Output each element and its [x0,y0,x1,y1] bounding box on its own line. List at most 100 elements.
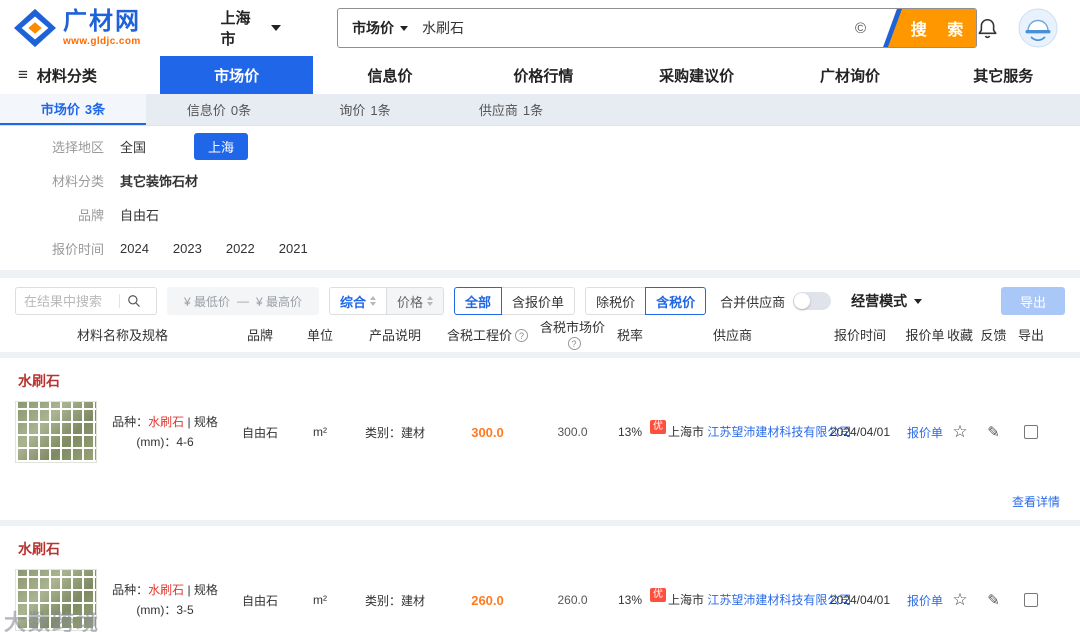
year-option-2023[interactable]: 2023 [173,241,202,256]
quote-link[interactable]: 报价单 [905,424,945,441]
scope-all-button[interactable]: 全部 [454,287,503,315]
spec-text: 品种：水刷石 | 规格(mm)：4-6 [105,412,225,453]
select-checkbox[interactable] [1024,425,1038,440]
user-avatar[interactable] [1018,8,1058,48]
select-checkbox[interactable] [1024,593,1038,608]
quote-date-cell: 2024/04/01 [829,593,891,607]
material-title[interactable]: 水刷石 [0,358,1080,393]
export-button[interactable]: 导出 [1001,287,1065,315]
help-icon[interactable]: ? [567,337,581,350]
subtab-count: 3条 [84,102,106,117]
notification-bell-icon[interactable] [977,17,998,40]
tax-excluded-button[interactable]: 除税价 [585,287,647,315]
card-footer: 查看详情 [0,475,1080,520]
subtab-count: 1条 [522,103,544,118]
description-cell: 类别：建材 [364,593,425,608]
search-icon[interactable] [127,294,141,308]
business-mode-dropdown[interactable]: 经营模式 [851,291,923,311]
premium-badge: 优 [650,420,666,434]
column-header-unit: 单位 [306,327,333,343]
result-card: 水刷石 品种：水刷石 | 规格(mm)：4-6 自由石 m² 类别：建材 300… [0,358,1080,520]
price-range-filter[interactable]: ¥ 最低价 — ¥ 最高价 [167,287,319,315]
filter-category-label: 材料分类 [51,173,104,189]
search-bar: 市场价 © 搜 索 [337,8,977,48]
region-option-shanghai[interactable]: 上海 [194,132,249,160]
view-detail-link[interactable]: 查看详情 [1012,495,1060,509]
favorite-star-icon[interactable]: ☆ [945,422,975,442]
subtab-label: 供应商 [478,103,518,118]
scope-with-quote-button[interactable]: 含报价单 [501,287,576,315]
nav-tab-price-trend[interactable]: 价格行情 [467,56,620,94]
nav-tab-info-price[interactable]: 信息价 [313,56,466,94]
range-dash: — [237,294,249,308]
spec-keyword: 水刷石 [148,414,185,429]
merge-supplier-control: 合并供应商 [720,292,832,311]
search-category-dropdown[interactable]: 市场价 [338,18,422,38]
region-option-all[interactable]: 全国 [120,137,146,156]
merge-supplier-toggle[interactable] [793,292,832,310]
favorite-star-icon[interactable]: ☆ [945,590,975,610]
sort-arrows-icon [427,296,434,306]
nav-tab-other-services[interactable]: 其它服务 [927,56,1080,94]
material-catalog-menu[interactable]: ≡ 材料分类 [0,56,160,94]
result-search-box [15,287,157,315]
sort-arrows-icon [370,296,377,306]
supplier-region: 上海市 [668,593,705,607]
sort-price-button[interactable]: 价格 [386,288,444,314]
result-search-input[interactable] [24,293,112,309]
column-header-favorite: 收藏 [946,327,973,343]
spec-prefix: 品种： [112,582,149,597]
help-icon[interactable]: ? [515,328,528,342]
top-bar: 广材网 www.gldjc.com 上海市 市场价 © 搜 索 [0,0,1080,56]
subtab-inquiry[interactable]: 询价 1条 [292,94,438,125]
column-header-quote: 报价单 [905,327,945,343]
column-header-supplier: 供应商 [712,327,752,343]
nav-tab-gc-inquiry[interactable]: 广材询价 [773,56,926,94]
filter-region-row: 选择地区 全国 上海 [0,129,1080,163]
search-input[interactable] [422,20,843,36]
nav-tab-procurement-advice[interactable]: 采购建议价 [620,56,773,94]
min-price-field[interactable]: ¥ 最低价 [184,293,230,310]
material-title[interactable]: 水刷石 [0,526,1080,561]
quote-link[interactable]: 报价单 [905,592,945,609]
filter-brand-label: 品牌 [77,207,104,223]
main-nav: ≡ 材料分类 市场价 信息价 价格行情 采购建议价 广材询价 其它服务 [0,56,1080,94]
filter-category-row: 材料分类 其它装饰石材 [0,163,1080,197]
category-value[interactable]: 其它装饰石材 [120,171,198,190]
year-option-2022[interactable]: 2022 [226,241,255,256]
brand-value[interactable]: 自由石 [120,205,159,224]
brand-cell: 自由石 [241,425,278,440]
column-header-market-price: 含税市场价? [535,317,610,351]
year-option-2024[interactable]: 2024 [120,241,149,256]
max-price-field[interactable]: ¥ 最高价 [256,293,302,310]
filter-panel: 选择地区 全国 上海 材料分类 其它装饰石材 品牌 自由石 报价时间 2024 … [0,126,1080,270]
product-thumbnail[interactable] [15,569,97,631]
subtab-count: 0条 [230,103,252,118]
tax-included-button[interactable]: 含税价 [645,287,707,315]
subtab-info-price[interactable]: 信息价 0条 [146,94,292,125]
result-toolbar: ¥ 最低价 — ¥ 最高价 综合 价格 全部 含报价单 除税价 含税价 合并供应… [15,286,1065,316]
site-logo[interactable]: 广材网 www.gldjc.com [14,8,199,48]
city-label: 上海市 [220,10,251,48]
business-mode-label: 经营模式 [851,293,908,309]
unit-cell: m² [313,593,327,607]
feedback-pencil-icon[interactable]: ✎ [975,591,1012,609]
year-option-2021[interactable]: 2021 [279,241,308,256]
product-thumbnail[interactable] [15,401,97,463]
subtab-market-price[interactable]: 市场价 3条 [0,94,146,125]
city-selector[interactable]: 上海市 [221,7,282,49]
nav-tab-market-price[interactable]: 市场价 [160,56,314,94]
column-header-quote-date: 报价时间 [833,327,886,343]
subtab-label: 信息价 [186,103,226,118]
export-select-cell [1012,593,1050,608]
subtab-supplier[interactable]: 供应商 1条 [438,94,584,125]
tax-rate-cell: 13% [617,425,643,439]
result-toolbar-block: ¥ 最低价 — ¥ 最高价 综合 价格 全部 含报价单 除税价 含税价 合并供应… [0,278,1080,352]
table-header: 材料名称及规格 品牌 单位 产品说明 含税工程价? 含税市场价? 税率 供应商 … [0,316,1080,352]
chevron-down-icon [400,25,409,31]
feedback-pencil-icon[interactable]: ✎ [975,423,1012,441]
subtab-count: 1条 [370,103,391,118]
material-name-cell: 品种：水刷石 | 规格(mm)：3-5 [15,569,230,631]
sort-comprehensive-button[interactable]: 综合 [330,288,387,314]
search-button-zone: 搜 索 [878,9,976,47]
